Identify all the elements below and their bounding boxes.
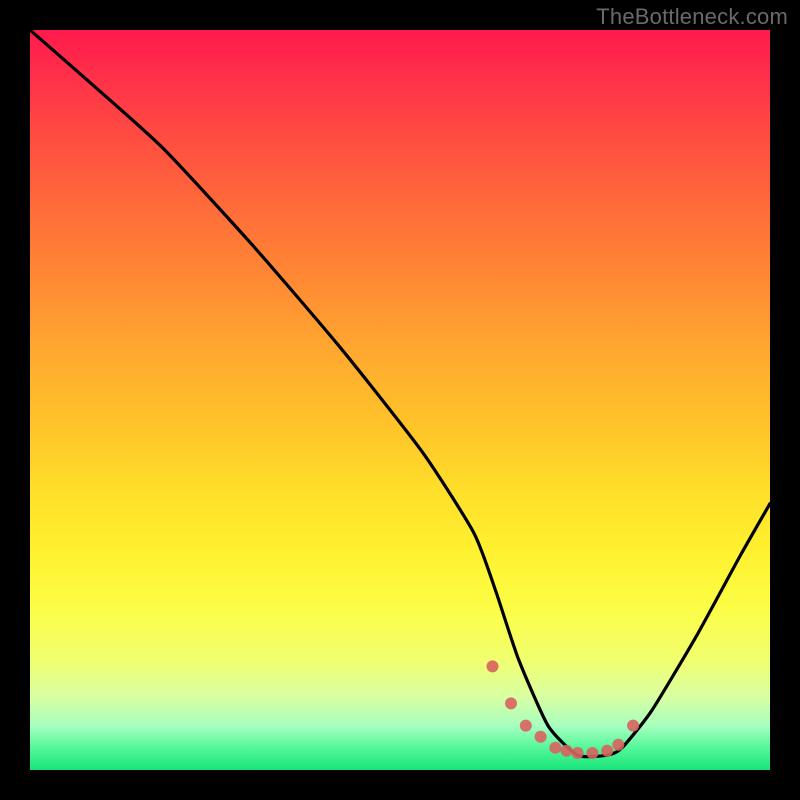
- marker-dot: [535, 731, 547, 743]
- chart-svg: [30, 30, 770, 770]
- marker-dot: [612, 739, 624, 751]
- watermark-text: TheBottleneck.com: [596, 4, 788, 30]
- marker-dot: [601, 745, 613, 757]
- marker-dot: [505, 697, 517, 709]
- marker-dot: [487, 660, 499, 672]
- marker-dot: [627, 720, 639, 732]
- bottleneck-curve: [30, 30, 770, 757]
- marker-dot: [549, 742, 561, 754]
- marker-dot: [561, 745, 573, 757]
- marker-dot: [572, 747, 584, 759]
- chart-frame: TheBottleneck.com: [0, 0, 800, 800]
- marker-dot: [520, 720, 532, 732]
- plot-area: [30, 30, 770, 770]
- marker-dot: [586, 747, 598, 759]
